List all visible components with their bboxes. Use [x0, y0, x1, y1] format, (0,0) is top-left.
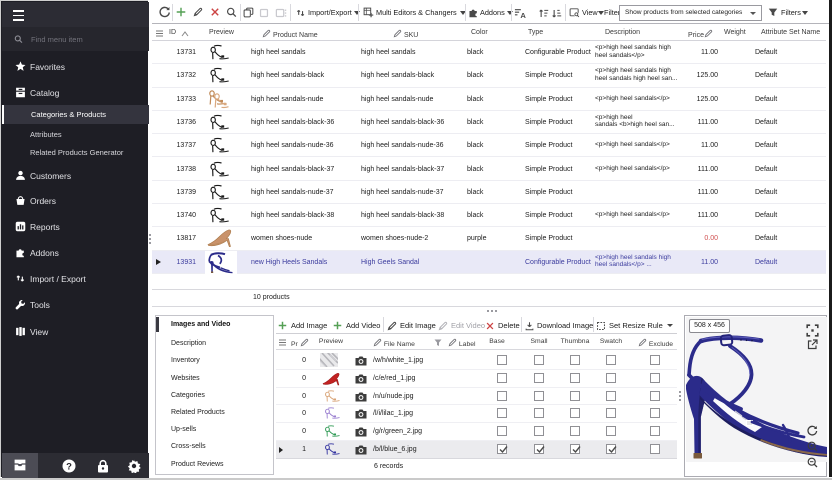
svg-text:A: A [520, 11, 526, 19]
svg-text:?: ? [66, 461, 72, 472]
